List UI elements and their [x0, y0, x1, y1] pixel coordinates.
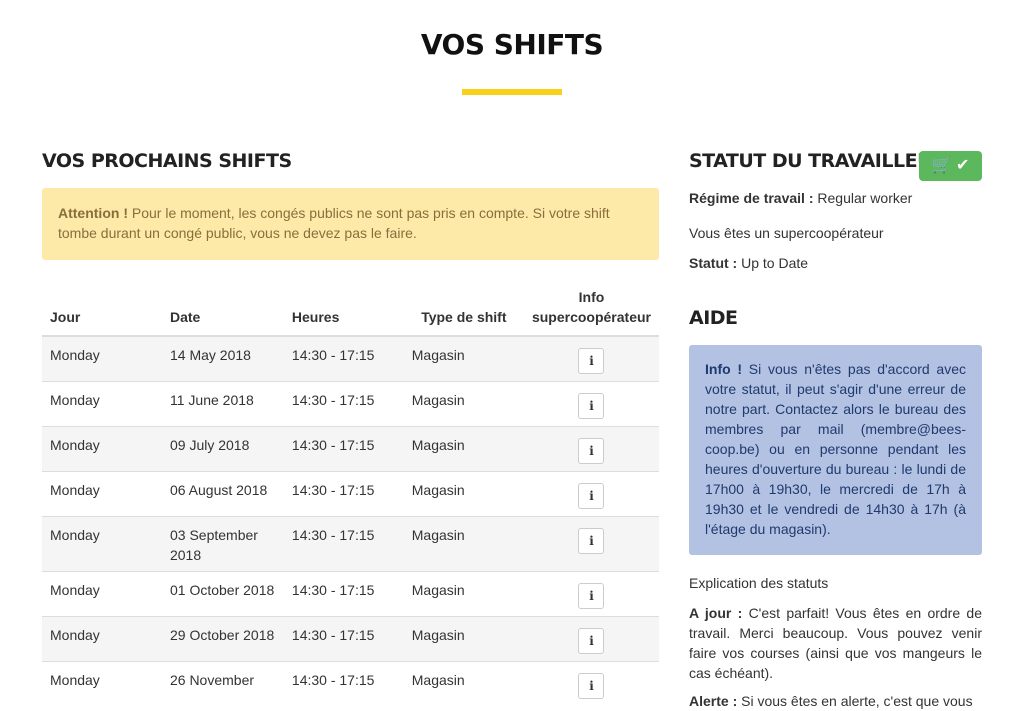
col-heures: Heures: [283, 287, 404, 337]
alerte-text: Si vous êtes en alerte, c'est que vous: [737, 693, 973, 709]
table-row: Monday 14 May 2018 14:30 - 17:15 Magasin i: [42, 335, 659, 382]
regime-label: Régime de travail :: [689, 190, 814, 206]
cell-jour: Monday: [42, 571, 162, 617]
col-jour: Jour: [42, 287, 162, 337]
info-button[interactable]: i: [578, 483, 605, 509]
cell-info: i: [523, 426, 659, 472]
cell-heures: 14:30 - 17:15: [283, 471, 404, 517]
table-row: Monday 11 June 2018 14:30 - 17:15 Magasin i: [42, 381, 659, 427]
cell-type: Magasin: [403, 571, 524, 617]
table-row: Monday 01 October 2018 14:30 - 17:15 Magasi…: [42, 571, 659, 617]
upcoming-shifts-section: VOS PROCHAINS SHIFTS Attention ! Pour le…: [42, 150, 659, 706]
cell-date: 09 July 2018: [161, 426, 284, 472]
cell-type: Magasin: [403, 516, 524, 572]
statut-value: Up to Date: [737, 255, 809, 271]
cell-date: 14 May 2018: [161, 335, 284, 382]
cell-heures: 14:30 - 17:15: [283, 571, 404, 617]
aide-heading: AIDE: [689, 307, 738, 329]
alerte-label: Alerte :: [689, 693, 738, 709]
ajour-explanation: A jour : C'est parfait! Vous êtes en ord…: [689, 603, 982, 683]
cell-jour: Monday: [42, 426, 162, 472]
info-button[interactable]: i: [578, 673, 605, 699]
upcoming-shifts-heading: VOS PROCHAINS SHIFTS: [42, 150, 292, 172]
cell-info: i: [523, 516, 659, 572]
info-button[interactable]: i: [578, 628, 605, 654]
help-info-alert: Info ! Si vous n'êtes pas d'accord avec …: [689, 345, 982, 555]
cell-heures: 14:30 - 17:15: [283, 426, 404, 472]
cell-type: Magasin: [403, 616, 524, 662]
cell-jour: Monday: [42, 335, 162, 382]
cell-date: 06 August 2018: [161, 471, 284, 517]
cell-type: Magasin: [403, 426, 524, 472]
cell-date: 11 June 2018: [161, 381, 284, 427]
info-button[interactable]: i: [578, 393, 605, 419]
cell-info: i: [523, 471, 659, 517]
table-header-row: Jour Date Heures Type de shift Info supe…: [42, 287, 659, 337]
ajour-label: A jour :: [689, 605, 743, 621]
cell-jour: Monday: [42, 661, 162, 706]
regime-value: Regular worker: [813, 190, 913, 206]
cell-jour: Monday: [42, 616, 162, 662]
info-button[interactable]: i: [578, 348, 605, 374]
table-row: Monday 26 November 14:30 - 17:15 Magasin i: [42, 661, 659, 706]
info-text: Si vous n'êtes pas d'accord avec votre s…: [705, 361, 966, 537]
cell-jour: Monday: [42, 381, 162, 427]
col-type: Type de shift: [403, 287, 524, 337]
statut-line: Statut : Up to Date: [689, 253, 982, 273]
cart-icon: 🛒: [931, 157, 952, 174]
shifts-table: Jour Date Heures Type de shift Info supe…: [42, 287, 659, 706]
cell-type: Magasin: [403, 335, 524, 382]
table-row: Monday 09 July 2018 14:30 - 17:15 Magasin i: [42, 426, 659, 472]
holiday-warning-alert: Attention ! Pour le moment, les congés p…: [42, 188, 659, 260]
col-info: Info supercoopérateur: [523, 287, 659, 337]
table-row: Monday 29 October 2018 14:30 - 17:15 Magasi…: [42, 616, 659, 662]
explication-title: Explication des statuts: [689, 575, 829, 591]
info-button[interactable]: i: [578, 583, 605, 609]
warning-label: Attention !: [58, 205, 128, 221]
cell-type: Magasin: [403, 661, 524, 706]
statut-label: Statut :: [689, 255, 738, 271]
cell-info: i: [523, 381, 659, 427]
title-underline: [462, 89, 562, 95]
cell-heures: 14:30 - 17:15: [283, 516, 404, 572]
cell-date: 03 September 2018: [161, 516, 284, 572]
cell-heures: 14:30 - 17:15: [283, 661, 404, 706]
cell-date: 29 October 2018: [161, 616, 284, 662]
cell-info: i: [523, 661, 659, 706]
cell-date: 26 November: [161, 661, 284, 706]
alerte-explanation: Alerte : Si vous êtes en alerte, c'est q…: [689, 691, 982, 711]
cell-info: i: [523, 616, 659, 662]
warning-text: Pour le moment, les congés publics ne so…: [58, 205, 610, 241]
info-button[interactable]: i: [578, 438, 605, 464]
cell-type: Magasin: [403, 471, 524, 517]
info-label: Info !: [705, 361, 743, 377]
table-row: Monday 03 September 2018 14:30 - 17:15 Maga…: [42, 516, 659, 572]
cell-info: i: [523, 571, 659, 617]
cell-type: Magasin: [403, 381, 524, 427]
status-badge: 🛒 ✔: [919, 151, 982, 181]
supercooperateur-text: Vous êtes un supercoopérateur: [689, 225, 884, 241]
cell-date: 01 October 2018: [161, 571, 284, 617]
cell-info: i: [523, 335, 659, 382]
check-icon: ✔: [955, 157, 970, 174]
cell-heures: 14:30 - 17:15: [283, 616, 404, 662]
worker-status-section: STATUT DU TRAVAILLEUR 🛒 ✔ Régime de trav…: [689, 150, 982, 711]
col-date: Date: [161, 287, 284, 337]
page-title: VOS SHIFTS: [420, 28, 604, 61]
cell-heures: 14:30 - 17:15: [283, 381, 404, 427]
regime-line: Régime de travail : Regular worker: [689, 188, 982, 208]
cell-heures: 14:30 - 17:15: [283, 335, 404, 382]
cell-jour: Monday: [42, 471, 162, 517]
cell-jour: Monday: [42, 516, 162, 572]
info-button[interactable]: i: [578, 528, 605, 554]
table-row: Monday 06 August 2018 14:30 - 17:15 Magasin…: [42, 471, 659, 517]
